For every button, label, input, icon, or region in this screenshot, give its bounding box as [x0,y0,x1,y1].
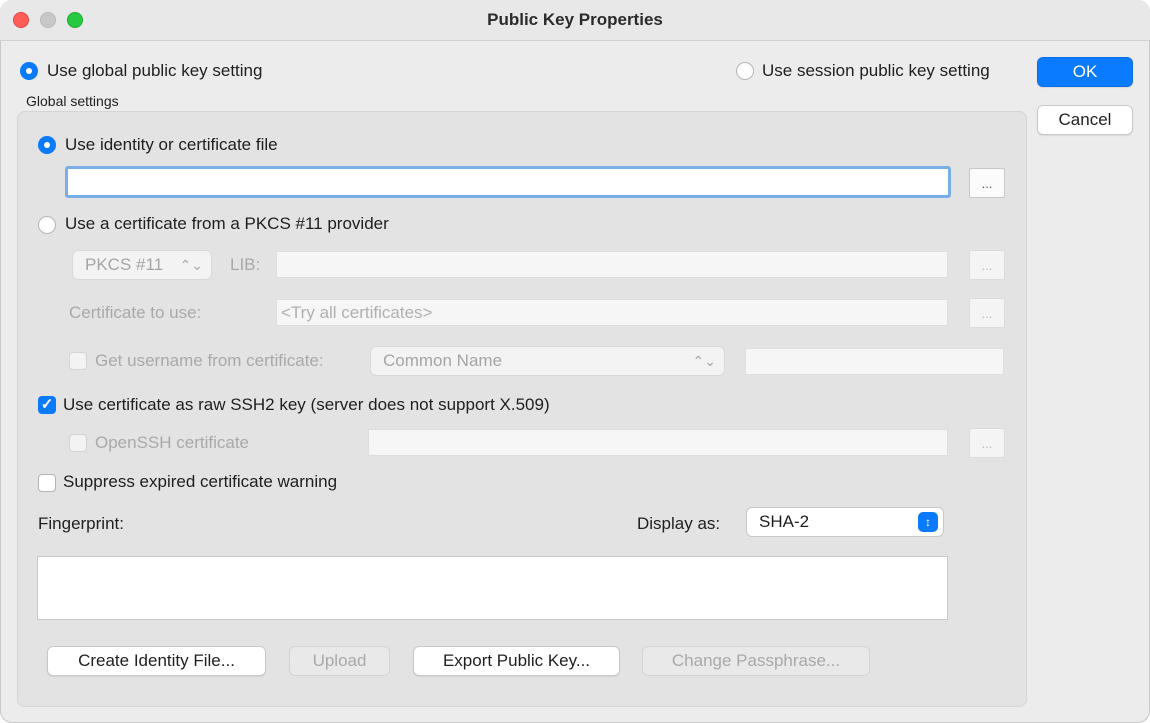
suppress-expired-label[interactable]: Suppress expired certificate warning [63,472,337,492]
chevron-updown-icon: ⌃⌄ [179,257,203,273]
use-pkcs-label[interactable]: Use a certificate from a PKCS #11 provid… [65,214,389,234]
identity-file-input[interactable] [65,166,951,198]
fingerprint-label: Fingerprint: [38,514,124,533]
pkcs-provider-select[interactable]: PKCS #11 ⌃⌄ [72,250,212,280]
upload-button[interactable]: Upload [289,646,390,676]
openssh-certificate-input[interactable] [368,429,948,456]
openssh-browse-button[interactable]: ... [969,428,1005,458]
certificate-placeholder: <Try all certificates> [281,303,433,322]
lib-browse-button[interactable]: ... [969,250,1005,280]
openssh-certificate-checkbox[interactable] [69,434,87,452]
use-global-label[interactable]: Use global public key setting [47,61,262,81]
use-identity-label[interactable]: Use identity or certificate file [65,135,278,155]
create-identity-file-button[interactable]: Create Identity File... [47,646,266,676]
certificate-browse-button[interactable]: ... [969,298,1005,328]
display-as-select[interactable]: SHA-2 ↕ [746,507,944,537]
username-field-select[interactable]: Common Name ⌃⌄ [370,346,725,376]
global-settings-group-label: Global settings [26,93,119,109]
ok-button[interactable]: OK [1037,57,1133,87]
pkcs-provider-value: PKCS #11 [85,255,164,274]
use-raw-ssh2-checkbox[interactable]: ✓ [38,396,56,414]
public-key-properties-window: Public Key Properties Use global public … [0,0,1150,723]
use-pkcs-radio[interactable] [38,216,56,234]
display-as-value: SHA-2 [759,512,810,531]
fingerprint-textarea[interactable] [37,556,948,620]
use-session-radio[interactable] [736,62,754,80]
openssh-certificate-label: OpenSSH certificate [95,433,250,452]
certificate-to-use-input[interactable]: <Try all certificates> [276,299,948,326]
use-raw-ssh2-label[interactable]: Use certificate as raw SSH2 key (server … [63,395,550,415]
change-passphrase-button[interactable]: Change Passphrase... [642,646,870,676]
lib-input[interactable] [276,251,948,278]
chevron-updown-icon: ↕ [918,512,938,532]
use-global-radio[interactable] [20,62,38,80]
use-identity-radio[interactable] [38,136,56,154]
username-field-value: Common Name [383,351,503,370]
window-title: Public Key Properties [487,10,663,29]
suppress-expired-checkbox[interactable] [38,474,56,492]
get-username-checkbox[interactable] [69,352,87,370]
username-value-input[interactable] [745,348,1004,375]
use-session-label[interactable]: Use session public key setting [762,61,990,81]
export-public-key-button[interactable]: Export Public Key... [413,646,620,676]
title-bar: Public Key Properties [0,0,1150,41]
cancel-button[interactable]: Cancel [1037,105,1133,135]
chevron-updown-icon: ⌃⌄ [692,353,716,369]
display-as-label: Display as: [637,514,721,533]
certificate-to-use-label: Certificate to use: [69,303,202,322]
lib-label: LIB: [230,255,261,274]
identity-browse-button[interactable]: ... [969,168,1005,198]
get-username-label: Get username from certificate: [95,351,324,370]
